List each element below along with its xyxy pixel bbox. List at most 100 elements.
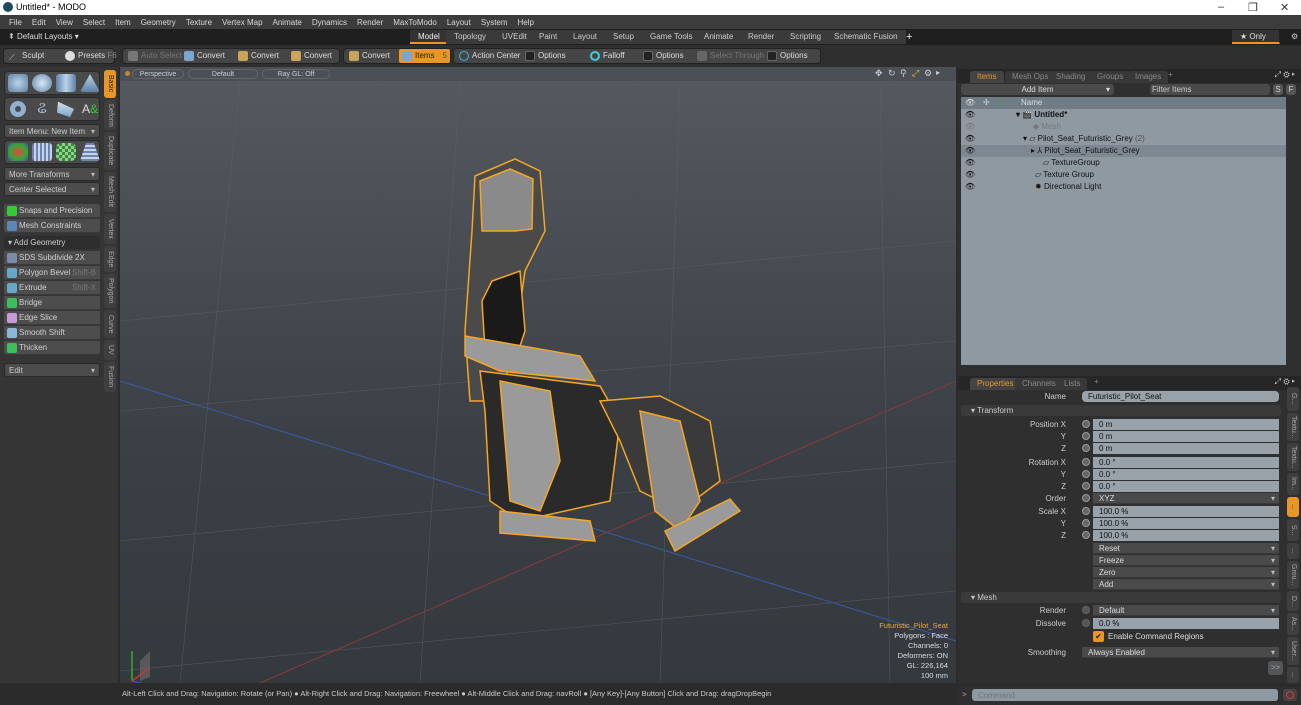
add-layout-tab-button[interactable]: + [898, 30, 920, 44]
items-mode-button[interactable]: Items 5 [399, 49, 450, 63]
menu-view[interactable]: View [56, 18, 73, 27]
name-field[interactable]: Futuristic_Pilot_Seat [1082, 391, 1279, 402]
vtab-vertex[interactable]: Vertex [104, 214, 116, 244]
more-properties-button[interactable]: >> [1268, 661, 1283, 675]
falloff-options-button[interactable]: Options [640, 49, 684, 63]
zero-dropdown[interactable]: Zero ▾ [1093, 567, 1279, 578]
vtab-basic[interactable]: Basic [104, 70, 116, 98]
add-geometry-section[interactable]: ▾ Add Geometry [4, 236, 100, 249]
menu-edit[interactable]: Edit [32, 18, 46, 27]
menu-file[interactable]: File [9, 18, 22, 27]
vtab-s[interactable]: S... [1287, 519, 1299, 541]
falloff-button[interactable]: Falloff [587, 49, 625, 63]
tab-properties[interactable]: Properties [970, 378, 1021, 390]
pan-icon[interactable]: ✥ [875, 68, 883, 79]
item-row-mesh[interactable]: 👁 ◆ Mesh [961, 121, 1286, 133]
select-through-button[interactable]: Select Through [694, 49, 764, 63]
select-through-options-button[interactable]: Options [764, 49, 808, 63]
cube-primitive-icon[interactable] [8, 74, 28, 92]
tab-items[interactable]: Items [970, 71, 1004, 83]
record-button[interactable] [1283, 689, 1297, 701]
vtab-d[interactable]: D... [1287, 591, 1299, 611]
eye-icon[interactable]: 👁 [965, 181, 975, 193]
convert-materials-button[interactable]: Convert [346, 49, 390, 63]
viewport-menu-dot[interactable] [125, 71, 130, 76]
freeze-dropdown[interactable]: Freeze ▾ [1093, 555, 1279, 566]
smoothing-dropdown[interactable]: Always Enabled ▾ [1082, 647, 1279, 658]
keyframe-dot[interactable] [1082, 444, 1090, 452]
tool-extrude[interactable]: Extrude Shift-X [4, 281, 100, 295]
tab-scripting[interactable]: Scripting [782, 30, 831, 44]
vtab-fusion[interactable]: Fusion [104, 362, 116, 392]
convert-vertices-button[interactable]: Convert [181, 49, 225, 63]
menu-dynamics[interactable]: Dynamics [312, 18, 347, 27]
tab-animate[interactable]: Animate [696, 30, 743, 44]
rotation-y-field[interactable]: 0.0 ° [1093, 469, 1279, 480]
tab-shading[interactable]: Shading [1049, 71, 1093, 83]
menu-animate[interactable]: Animate [273, 18, 302, 27]
f-toggle-button[interactable]: F [1286, 84, 1296, 95]
position-y-field[interactable]: 0 m [1093, 431, 1279, 442]
action-center-options-button[interactable]: Options [522, 49, 566, 63]
taper-tool-icon[interactable] [80, 143, 100, 161]
vtab-user[interactable]: User... [1287, 637, 1299, 665]
tab-paint[interactable]: Paint [531, 30, 567, 44]
cylinder-primitive-icon[interactable] [56, 74, 76, 92]
vtab-more-2[interactable]: ... [1287, 667, 1299, 683]
keyframe-dot[interactable] [1082, 458, 1090, 466]
eye-icon[interactable]: 👁 [965, 109, 975, 121]
add-tab-icon[interactable]: + [1168, 70, 1173, 79]
rotation-x-field[interactable]: 0.0 ° [1093, 457, 1279, 468]
vtab-more-1[interactable]: ... [1287, 543, 1299, 559]
auto-select-button[interactable]: Auto Select [125, 49, 182, 63]
vtab-mesh-edit[interactable]: Mesh Edit [104, 172, 116, 212]
command-input[interactable] [972, 689, 1278, 701]
add-tab-icon[interactable]: + [1094, 377, 1099, 386]
text-tool-icon[interactable]: A& [80, 100, 100, 118]
keyframe-dot[interactable] [1082, 507, 1090, 515]
tab-lists[interactable]: Lists [1057, 378, 1088, 390]
menu-layout[interactable]: Layout [447, 18, 471, 27]
eye-icon[interactable]: 👁 [965, 145, 975, 157]
cone-primitive-icon[interactable] [80, 74, 100, 92]
capsule-primitive-icon[interactable]: ଌ [32, 100, 52, 118]
item-row-scene[interactable]: 👁 ▾ 🎬 Untitled* [961, 109, 1286, 121]
menu-vertex-map[interactable]: Vertex Map [222, 18, 262, 27]
tool-polygon-bevel[interactable]: Polygon Bevel Shift-B [4, 266, 100, 280]
tab-images[interactable]: Images [1128, 71, 1169, 83]
view-type-button[interactable]: Perspective [132, 69, 184, 79]
convert-polygons-button[interactable]: Convert [288, 49, 332, 63]
keyframe-dot[interactable] [1082, 531, 1090, 539]
vtab-edge[interactable]: Edge [104, 246, 116, 272]
tab-model[interactable]: Model [410, 30, 449, 44]
vtab-groups[interactable]: Grou... [1287, 561, 1299, 589]
eye-icon[interactable]: 👁 [965, 169, 975, 181]
only-toggle[interactable]: ★ Only [1232, 30, 1280, 44]
close-button[interactable]: ✕ [1280, 1, 1289, 14]
transform-section[interactable]: ▾ Transform [961, 405, 1281, 416]
sphere-primitive-icon[interactable] [32, 74, 52, 92]
item-row-locator[interactable]: 👁 ▸ ⅄ Pilot_Seat_Futuristic_Grey [961, 145, 1286, 157]
maximize-button[interactable]: ❐ [1248, 1, 1258, 14]
tool-bridge[interactable]: Bridge [4, 296, 100, 310]
order-dropdown[interactable]: XYZ ▾ [1093, 493, 1279, 504]
keyframe-dot[interactable] [1082, 519, 1090, 527]
menu-render[interactable]: Render [357, 18, 383, 27]
item-row-texturegroup[interactable]: 👁 ▱ TextureGroup [961, 157, 1286, 169]
sculpt-button[interactable]: ⟋ Sculpt [6, 49, 44, 63]
vtab-curve[interactable]: Curve [104, 310, 116, 338]
keyframe-dot[interactable] [1082, 432, 1090, 440]
tab-channels[interactable]: Channels [1015, 378, 1063, 390]
vtab-deform[interactable]: Deform [104, 100, 116, 130]
render-dropdown[interactable]: Default ▾ [1093, 605, 1279, 616]
vtab-texture-2[interactable]: Textu... [1287, 443, 1299, 471]
shading-style-button[interactable]: Default [188, 69, 258, 79]
position-z-field[interactable]: 0 m [1093, 443, 1279, 454]
tool-thicken[interactable]: Thicken [4, 341, 100, 355]
reset-dropdown[interactable]: Reset ▾ [1093, 543, 1279, 554]
3d-viewport[interactable]: Perspective Default Ray GL: Off ✥ ↻ ⚲ ⤢ … [120, 67, 956, 683]
add-dropdown[interactable]: Add ▾ [1093, 579, 1279, 590]
edit-dropdown[interactable]: Edit ▾ [4, 363, 100, 377]
rotation-z-field[interactable]: 0.0 ° [1093, 481, 1279, 492]
item-row-group[interactable]: 👁 ▾ ▱ Pilot_Seat_Futuristic_Grey (2) [961, 133, 1286, 145]
